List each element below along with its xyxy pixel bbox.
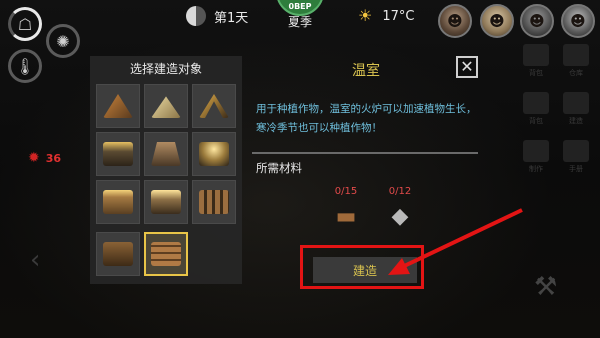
side-menu-storage[interactable]: 仓库	[558, 44, 594, 78]
tutorial-arrow	[388, 208, 523, 275]
backpack-icon	[523, 44, 549, 66]
craft-icon	[523, 140, 549, 162]
arrow-shaft	[399, 208, 523, 270]
storage-icon	[563, 44, 589, 66]
side-menu-manual[interactable]: 手册	[558, 140, 594, 174]
side-menu-craft[interactable]: 制作	[518, 140, 554, 174]
hammer-icon[interactable]: ⚒	[534, 272, 557, 302]
manual-icon	[563, 140, 589, 162]
build-icon	[563, 92, 589, 114]
side-menu-build[interactable]: 建造	[558, 92, 594, 126]
bag-icon	[523, 92, 549, 114]
side-menu-backpack[interactable]: 背包	[518, 44, 554, 78]
side-menu-bag[interactable]: 背包	[518, 92, 554, 126]
